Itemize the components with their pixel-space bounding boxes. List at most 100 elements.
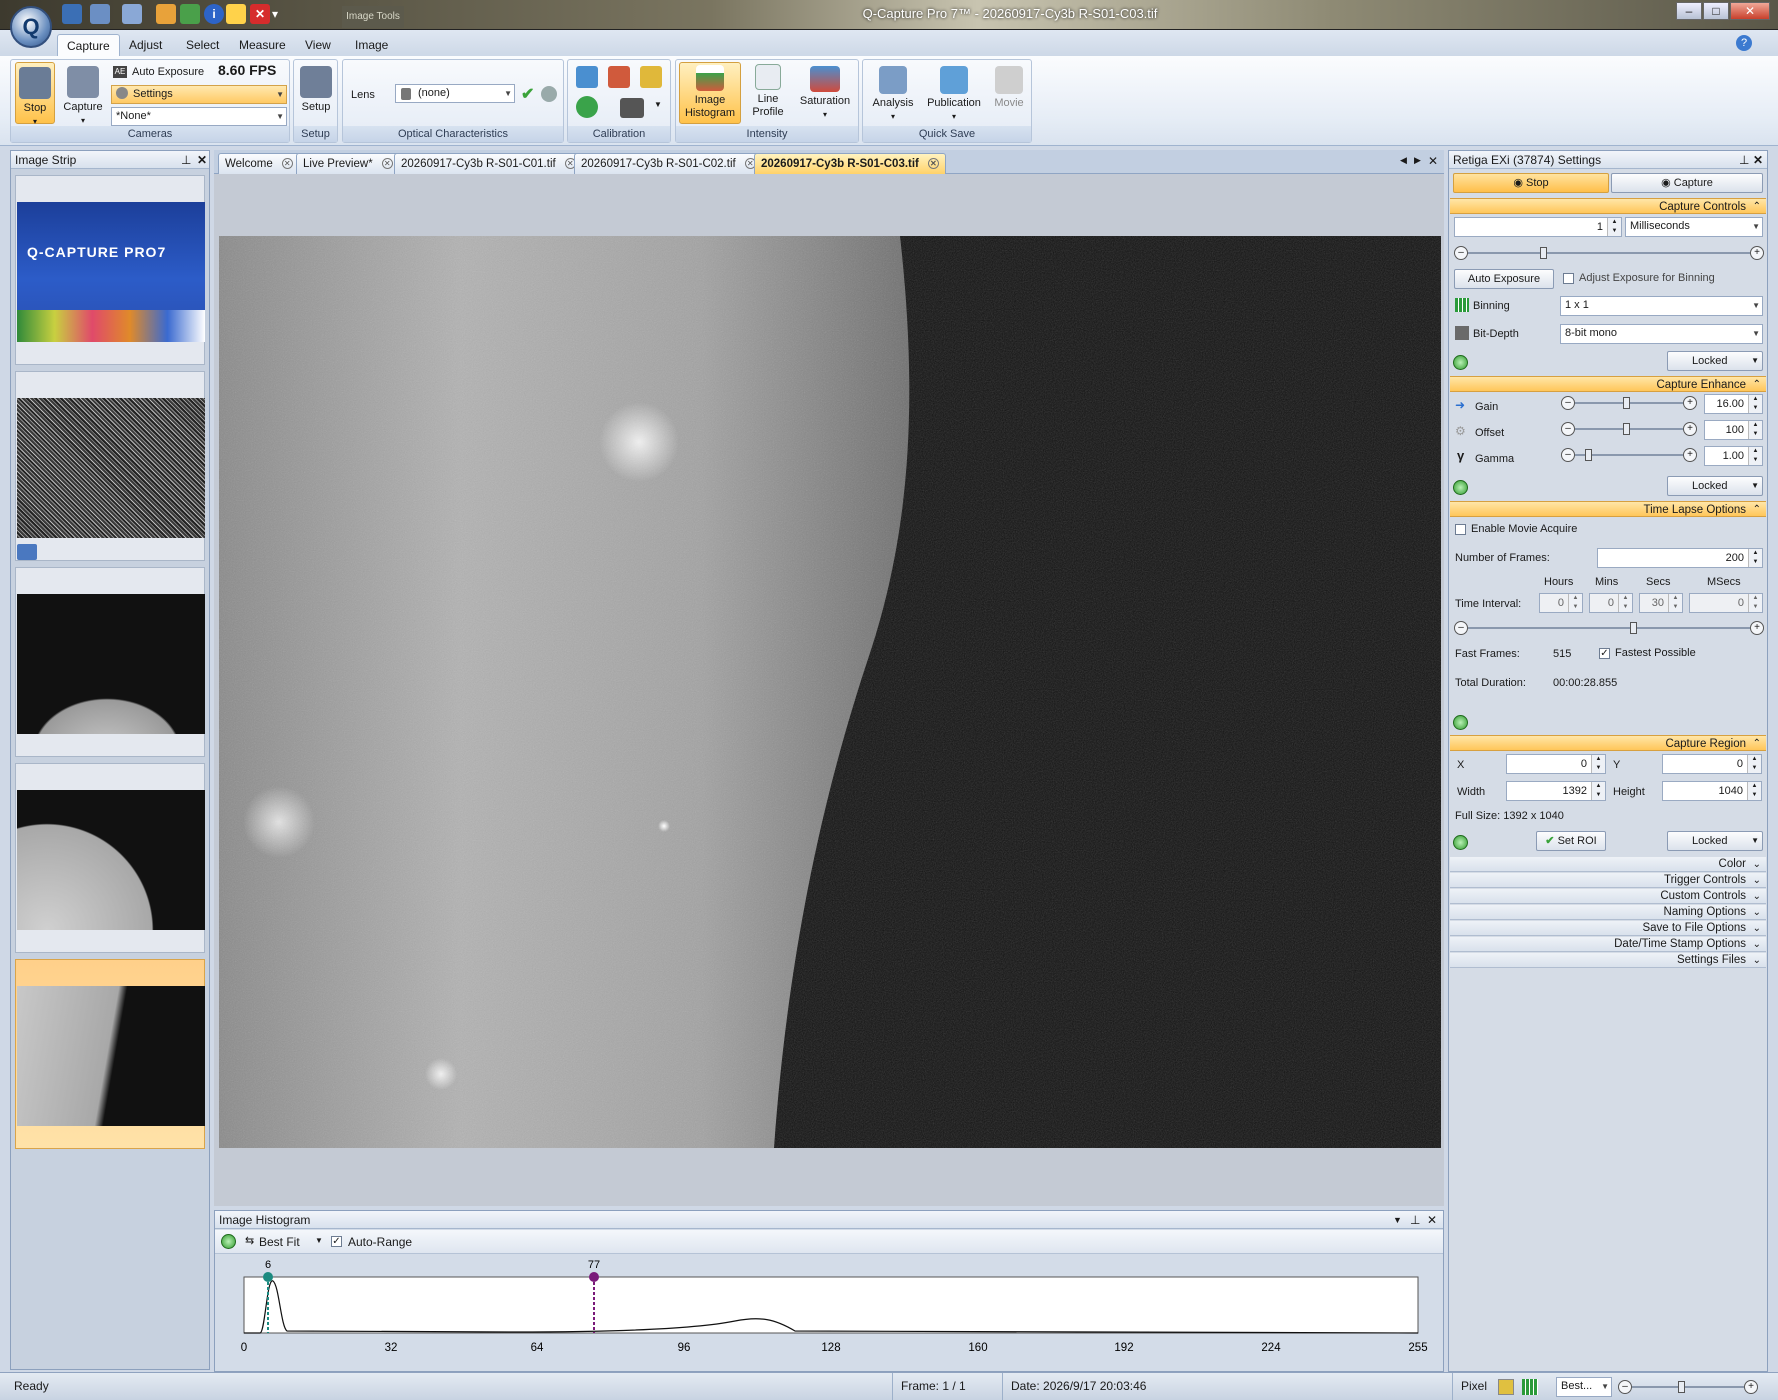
plus-icon[interactable]: + xyxy=(1683,422,1697,436)
maximize-button[interactable]: □ xyxy=(1703,2,1729,20)
height-input[interactable]: 1040 ▲ ▼ xyxy=(1662,781,1762,801)
binning-dropdown[interactable]: 1 x 1 ▼ xyxy=(1560,296,1763,316)
saturation-button[interactable]: Saturation ▾ xyxy=(794,62,856,124)
help-icon[interactable]: ? xyxy=(1736,35,1752,51)
minus-icon[interactable]: – xyxy=(1561,396,1575,410)
ruler-icon[interactable] xyxy=(640,66,662,88)
window-icon[interactable] xyxy=(62,4,82,24)
thumbnail-c03-selected[interactable] xyxy=(15,959,205,1149)
refresh-icon[interactable] xyxy=(180,4,200,24)
msecs-input[interactable]: 0 ▲ ▼ xyxy=(1689,593,1763,613)
width-input[interactable]: 1392 ▲ ▼ xyxy=(1506,781,1606,801)
thumbnail-c01[interactable] xyxy=(15,567,205,757)
thumbnail-c02[interactable] xyxy=(15,763,205,953)
naming-options-header[interactable]: Naming Options ⌄ xyxy=(1450,905,1766,920)
spinner-icon[interactable]: ▲ ▼ xyxy=(1568,594,1582,612)
exposure-slider[interactable]: – + xyxy=(1454,246,1764,260)
auto-range-checkbox[interactable]: ✓ xyxy=(331,1236,342,1247)
best-fit-dropdown[interactable]: Best Fit xyxy=(259,1235,300,1249)
enable-movie-checkbox[interactable] xyxy=(1455,524,1466,535)
refresh-icon[interactable] xyxy=(221,1234,236,1249)
secs-input[interactable]: 30 ▲ ▼ xyxy=(1639,593,1683,613)
minus-icon[interactable]: – xyxy=(1454,246,1468,260)
offset-input[interactable]: 100 ▲ ▼ xyxy=(1704,420,1763,440)
spinner-icon[interactable]: ▲ ▼ xyxy=(1591,755,1605,773)
close-icon[interactable]: ✕ xyxy=(1427,1211,1437,1229)
time-lapse-header[interactable]: Time Lapse Options ⌃ xyxy=(1450,501,1766,517)
preset-dropdown[interactable]: *None* ▼ xyxy=(111,107,287,126)
date-time-stamp-header[interactable]: Date/Time Stamp Options ⌄ xyxy=(1450,937,1766,952)
close-icon[interactable]: ✕ xyxy=(281,158,293,169)
color-section-header[interactable]: Color ⌄ xyxy=(1450,857,1766,872)
tab-measure[interactable]: Measure xyxy=(230,34,295,56)
slider-thumb[interactable] xyxy=(1585,449,1592,461)
slider-thumb[interactable] xyxy=(1623,423,1630,435)
minimize-button[interactable]: – xyxy=(1676,2,1702,20)
spinner-icon[interactable]: ▲ ▼ xyxy=(1607,218,1621,236)
tag-icon[interactable] xyxy=(156,4,176,24)
tab-adjust[interactable]: Adjust xyxy=(120,34,171,56)
mins-input[interactable]: 0 ▲ ▼ xyxy=(1589,593,1633,613)
apply-lens-check-icon[interactable]: ✔ xyxy=(521,84,534,104)
doc-tab-c02[interactable]: 20260917-Cy3b R-S01-C02.tif ✕ xyxy=(574,153,763,174)
image-histogram-button[interactable]: Image Histogram xyxy=(679,62,741,124)
capture-enhance-locked-dropdown[interactable]: Locked ▼ xyxy=(1667,476,1763,496)
chevron-down-icon[interactable]: ▼ xyxy=(315,1236,323,1245)
set-roi-button[interactable]: ✔ Set ROI xyxy=(1536,831,1606,851)
close-icon[interactable]: ✕ xyxy=(1753,151,1763,169)
analysis-button[interactable]: Analysis ▾ xyxy=(867,62,919,124)
pin-icon[interactable]: ⊥ xyxy=(1410,1211,1420,1229)
redo-icon[interactable] xyxy=(122,4,142,24)
line-profile-button[interactable]: Line Profile xyxy=(744,62,792,124)
movie-button[interactable]: Movie xyxy=(989,62,1029,124)
gain-input[interactable]: 16.00 ▲ ▼ xyxy=(1704,394,1763,414)
capture-enhance-header[interactable]: Capture Enhance ⌃ xyxy=(1450,376,1766,392)
chevron-down-icon[interactable]: ▼ xyxy=(654,100,662,109)
doc-tab-live-preview[interactable]: Live Preview* ✕ xyxy=(296,153,400,174)
histogram-chart[interactable]: 6 77 0 32 64 96 128 160 192 224 255 xyxy=(215,1255,1443,1371)
chevron-down-icon[interactable]: ▼ xyxy=(1393,1211,1402,1229)
undo-icon[interactable] xyxy=(90,4,110,24)
capture-controls-header[interactable]: Capture Controls ⌃ xyxy=(1450,198,1766,214)
tab-capture[interactable]: Capture xyxy=(57,34,120,56)
spinner-icon[interactable]: ▲ ▼ xyxy=(1668,594,1682,612)
settings-stop-button[interactable]: ◉ Stop xyxy=(1453,173,1609,193)
custom-controls-header[interactable]: Custom Controls ⌄ xyxy=(1450,889,1766,904)
settings-files-header[interactable]: Settings Files ⌄ xyxy=(1450,953,1766,968)
image-view[interactable] xyxy=(219,236,1441,1148)
close-button[interactable]: ✕ xyxy=(1730,2,1770,20)
refresh-icon[interactable] xyxy=(1453,835,1468,850)
pointer-icon[interactable] xyxy=(226,4,246,24)
lens-settings-icon[interactable] xyxy=(541,86,557,102)
auto-exposure-label[interactable]: Auto Exposure xyxy=(132,65,204,79)
zoom-dropdown[interactable]: Best... ▼ xyxy=(1556,1377,1612,1397)
interval-slider[interactable]: – + xyxy=(1454,621,1764,635)
zoom-slider[interactable]: – + xyxy=(1618,1380,1758,1394)
plus-icon[interactable]: + xyxy=(1683,448,1697,462)
calibrate-refresh-icon[interactable] xyxy=(576,96,598,118)
doc-tab-welcome[interactable]: Welcome ✕ xyxy=(218,153,300,174)
fit-image-icon[interactable] xyxy=(1498,1379,1514,1395)
plus-icon[interactable]: + xyxy=(1744,1380,1758,1394)
save-to-file-header[interactable]: Save to File Options ⌄ xyxy=(1450,921,1766,936)
capture-controls-locked-dropdown[interactable]: Locked ▼ xyxy=(1667,351,1763,371)
slider-thumb[interactable] xyxy=(1623,397,1630,409)
x-input[interactable]: 0 ▲ ▼ xyxy=(1506,754,1606,774)
gain-slider[interactable]: – + xyxy=(1561,396,1697,410)
adjust-binning-checkbox[interactable] xyxy=(1563,273,1574,284)
settings-capture-button[interactable]: ◉ Capture xyxy=(1611,173,1763,193)
plus-icon[interactable]: + xyxy=(1750,246,1764,260)
tab-scroll-right-icon[interactable]: ▶ xyxy=(1414,155,1421,166)
low-marker-handle[interactable] xyxy=(263,1272,273,1282)
trigger-controls-header[interactable]: Trigger Controls ⌄ xyxy=(1450,873,1766,888)
plus-icon[interactable]: + xyxy=(1683,396,1697,410)
slider-thumb[interactable] xyxy=(1540,247,1547,259)
refresh-icon[interactable] xyxy=(1453,480,1468,495)
spinner-icon[interactable]: ▲ ▼ xyxy=(1748,594,1762,612)
settings-dropdown[interactable]: Settings ▼ xyxy=(111,85,287,104)
setup-button[interactable]: Setup xyxy=(296,62,336,124)
grid-icon[interactable] xyxy=(1522,1379,1538,1395)
qat-customize-icon[interactable]: ▾ xyxy=(272,4,284,24)
spinner-icon[interactable]: ▲ ▼ xyxy=(1591,782,1605,800)
info-icon[interactable]: i xyxy=(204,4,224,24)
